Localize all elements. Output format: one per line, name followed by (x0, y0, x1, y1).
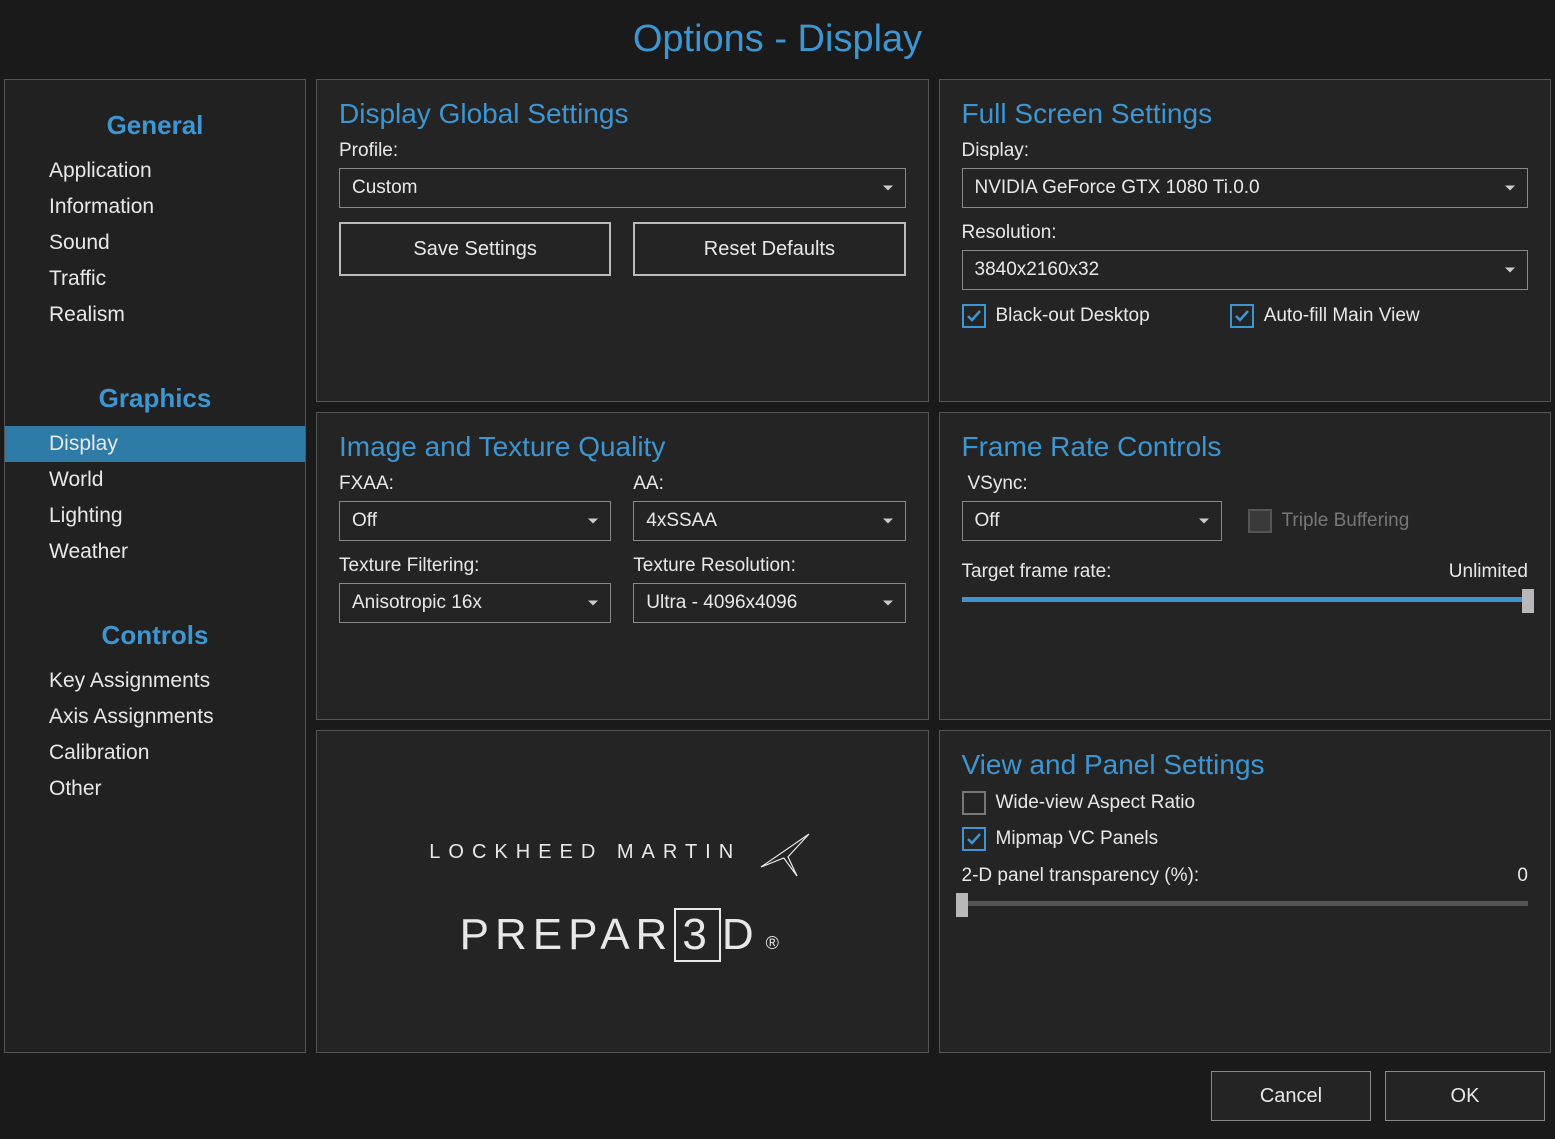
chevron-down-icon (1505, 268, 1515, 273)
sidebar-item-key-assignments[interactable]: Key Assignments (5, 663, 305, 699)
sidebar-section-title: Graphics (5, 369, 305, 426)
chevron-down-icon (883, 519, 893, 524)
panel-title: Image and Texture Quality (339, 431, 906, 463)
lockheed-martin-logo: LOCKHEED MARTIN (429, 822, 815, 882)
save-settings-button[interactable]: Save Settings (339, 222, 611, 276)
target-framerate-slider[interactable] (962, 589, 1529, 609)
cancel-button[interactable]: Cancel (1211, 1071, 1371, 1121)
profile-dropdown[interactable]: Custom (339, 168, 906, 208)
dropdown-value: Custom (352, 177, 417, 199)
dropdown-value: 3840x2160x32 (975, 259, 1100, 281)
target-framerate-value: Unlimited (1449, 561, 1528, 583)
panel-title: View and Panel Settings (962, 749, 1529, 781)
triple-buffering-checkbox (1248, 509, 1272, 533)
sidebar-item-weather[interactable]: Weather (5, 534, 305, 570)
vsync-label: VSync: (962, 473, 1529, 495)
sidebar-section-title: General (5, 96, 305, 153)
dropdown-value: Off (975, 510, 1000, 532)
fxaa-label: FXAA: (339, 473, 611, 495)
autofill-mainview-checkbox[interactable] (1230, 304, 1254, 328)
ok-button[interactable]: OK (1385, 1071, 1545, 1121)
aa-dropdown[interactable]: 4xSSAA (633, 501, 905, 541)
texture-filtering-label: Texture Filtering: (339, 555, 611, 577)
checkbox-label: Auto-fill Main View (1264, 305, 1420, 327)
texture-resolution-label: Texture Resolution: (633, 555, 905, 577)
checkbox-label: Black-out Desktop (996, 305, 1150, 327)
sidebar-item-display[interactable]: Display (5, 426, 305, 462)
sidebar-item-sound[interactable]: Sound (5, 225, 305, 261)
dropdown-value: Off (352, 510, 377, 532)
checkbox-label: Mipmap VC Panels (996, 828, 1159, 850)
display-label: Display: (962, 140, 1529, 162)
sidebar: GeneralApplicationInformationSoundTraffi… (4, 79, 306, 1053)
chevron-down-icon (883, 601, 893, 606)
chevron-down-icon (1199, 519, 1209, 524)
wideview-checkbox[interactable] (962, 791, 986, 815)
footer: Cancel OK (0, 1053, 1555, 1139)
panel-framerate: Frame Rate Controls VSync: Off Triple Bu… (939, 412, 1552, 720)
dropdown-value: Anisotropic 16x (352, 592, 482, 614)
sidebar-item-lighting[interactable]: Lighting (5, 498, 305, 534)
texture-filtering-dropdown[interactable]: Anisotropic 16x (339, 583, 611, 623)
profile-label: Profile: (339, 140, 906, 162)
chevron-down-icon (588, 601, 598, 606)
star-icon (755, 822, 815, 882)
panel-fullscreen-settings: Full Screen Settings Display: NVIDIA GeF… (939, 79, 1552, 402)
vsync-dropdown[interactable]: Off (962, 501, 1222, 541)
sidebar-section-title: Controls (5, 606, 305, 663)
transparency-slider[interactable] (962, 893, 1529, 913)
target-framerate-label: Target frame rate: (962, 561, 1112, 583)
page-title: Options - Display (0, 0, 1555, 79)
sidebar-item-information[interactable]: Information (5, 189, 305, 225)
checkbox-label: Triple Buffering (1282, 510, 1410, 532)
resolution-dropdown[interactable]: 3840x2160x32 (962, 250, 1529, 290)
checkbox-label: Wide-view Aspect Ratio (996, 792, 1196, 814)
mipmap-checkbox[interactable] (962, 827, 986, 851)
sidebar-item-realism[interactable]: Realism (5, 297, 305, 333)
dropdown-value: Ultra - 4096x4096 (646, 592, 797, 614)
sidebar-item-axis-assignments[interactable]: Axis Assignments (5, 699, 305, 735)
panel-title: Display Global Settings (339, 98, 906, 130)
sidebar-item-traffic[interactable]: Traffic (5, 261, 305, 297)
sidebar-item-world[interactable]: World (5, 462, 305, 498)
panel-title: Frame Rate Controls (962, 431, 1529, 463)
sidebar-item-other[interactable]: Other (5, 771, 305, 807)
panel-view-settings: View and Panel Settings Wide-view Aspect… (939, 730, 1552, 1053)
reset-defaults-button[interactable]: Reset Defaults (633, 222, 905, 276)
prepar3d-logo: PREPAR3D® (460, 910, 785, 960)
logo-text: LOCKHEED MARTIN (429, 841, 741, 864)
dropdown-value: NVIDIA GeForce GTX 1080 Ti.0.0 (975, 177, 1260, 199)
blackout-desktop-checkbox[interactable] (962, 304, 986, 328)
sidebar-item-application[interactable]: Application (5, 153, 305, 189)
chevron-down-icon (588, 519, 598, 524)
panel-global-settings: Display Global Settings Profile: Custom … (316, 79, 929, 402)
panel-logo: LOCKHEED MARTIN PREPAR3D® (316, 730, 929, 1053)
aa-label: AA: (633, 473, 905, 495)
texture-resolution-dropdown[interactable]: Ultra - 4096x4096 (633, 583, 905, 623)
transparency-value: 0 (1517, 865, 1528, 887)
panel-image-quality: Image and Texture Quality FXAA: Off AA: (316, 412, 929, 720)
chevron-down-icon (1505, 186, 1515, 191)
panel-title: Full Screen Settings (962, 98, 1529, 130)
display-dropdown[interactable]: NVIDIA GeForce GTX 1080 Ti.0.0 (962, 168, 1529, 208)
fxaa-dropdown[interactable]: Off (339, 501, 611, 541)
sidebar-item-calibration[interactable]: Calibration (5, 735, 305, 771)
chevron-down-icon (883, 186, 893, 191)
resolution-label: Resolution: (962, 222, 1529, 244)
transparency-label: 2-D panel transparency (%): (962, 865, 1200, 887)
dropdown-value: 4xSSAA (646, 510, 717, 532)
